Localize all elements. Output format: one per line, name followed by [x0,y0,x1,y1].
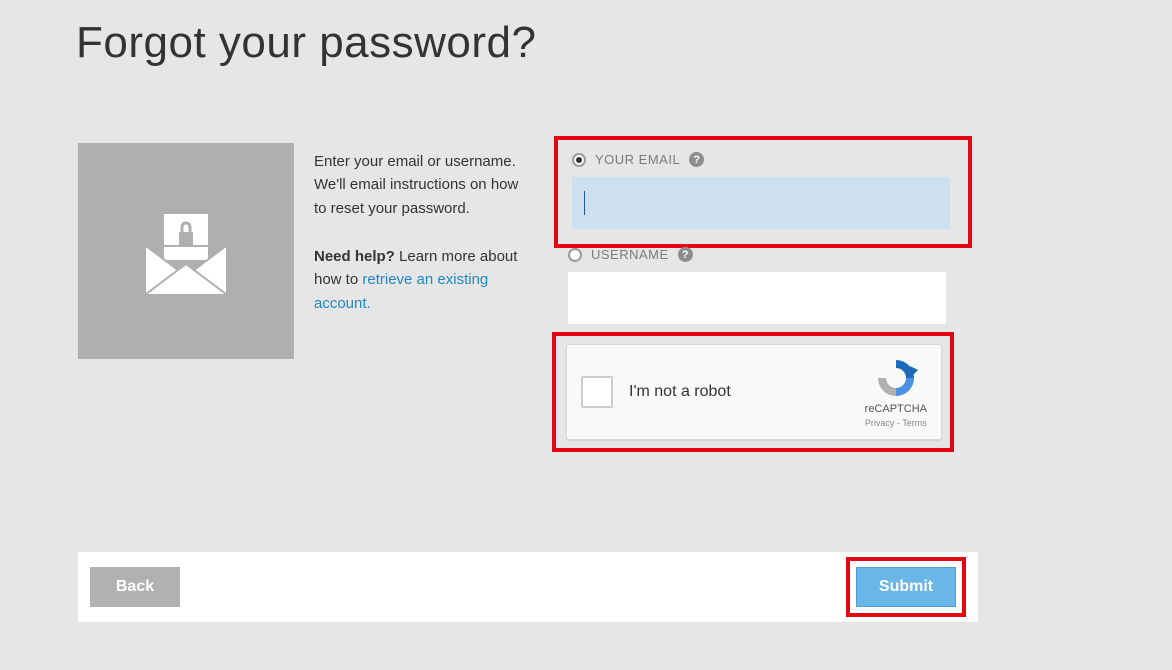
help-icon[interactable]: ? [689,152,704,167]
recaptcha-checkbox[interactable] [581,376,613,408]
submit-button[interactable]: Submit [856,567,956,607]
recaptcha-branding: reCAPTCHA Privacy - Terms [865,356,927,428]
username-radio[interactable] [568,248,582,262]
recaptcha-links[interactable]: Privacy - Terms [865,418,927,428]
recaptcha-label: I'm not a robot [629,383,865,401]
help-prefix: Need help? [314,248,395,265]
username-group: USERNAME ? [568,247,956,324]
recaptcha-icon [874,356,918,400]
recaptcha-brand: reCAPTCHA [865,403,927,415]
submit-highlight: Submit [846,557,966,617]
intro-text: Enter your email or username. We'll emai… [314,150,534,220]
email-label-row: YOUR EMAIL ? [572,152,954,167]
help-icon[interactable]: ? [678,247,693,262]
text-caret [584,191,585,215]
page-title: Forgot your password? [76,18,537,68]
help-text: Need help? Learn more about how to retri… [314,245,534,315]
envelope-lock-icon [78,143,294,359]
recaptcha-highlight: I'm not a robot reCAPTCHA Privacy - Term… [552,332,954,452]
email-radio[interactable] [572,153,586,167]
footer-bar: Back Submit [78,552,978,622]
recaptcha-widget: I'm not a robot reCAPTCHA Privacy - Term… [566,344,942,440]
email-group: YOUR EMAIL ? [554,136,972,248]
back-button[interactable]: Back [90,567,180,607]
username-label-row: USERNAME ? [568,247,956,262]
email-input[interactable] [572,177,950,229]
username-input[interactable] [568,272,946,324]
email-label: YOUR EMAIL [595,152,680,167]
username-label: USERNAME [591,247,669,262]
